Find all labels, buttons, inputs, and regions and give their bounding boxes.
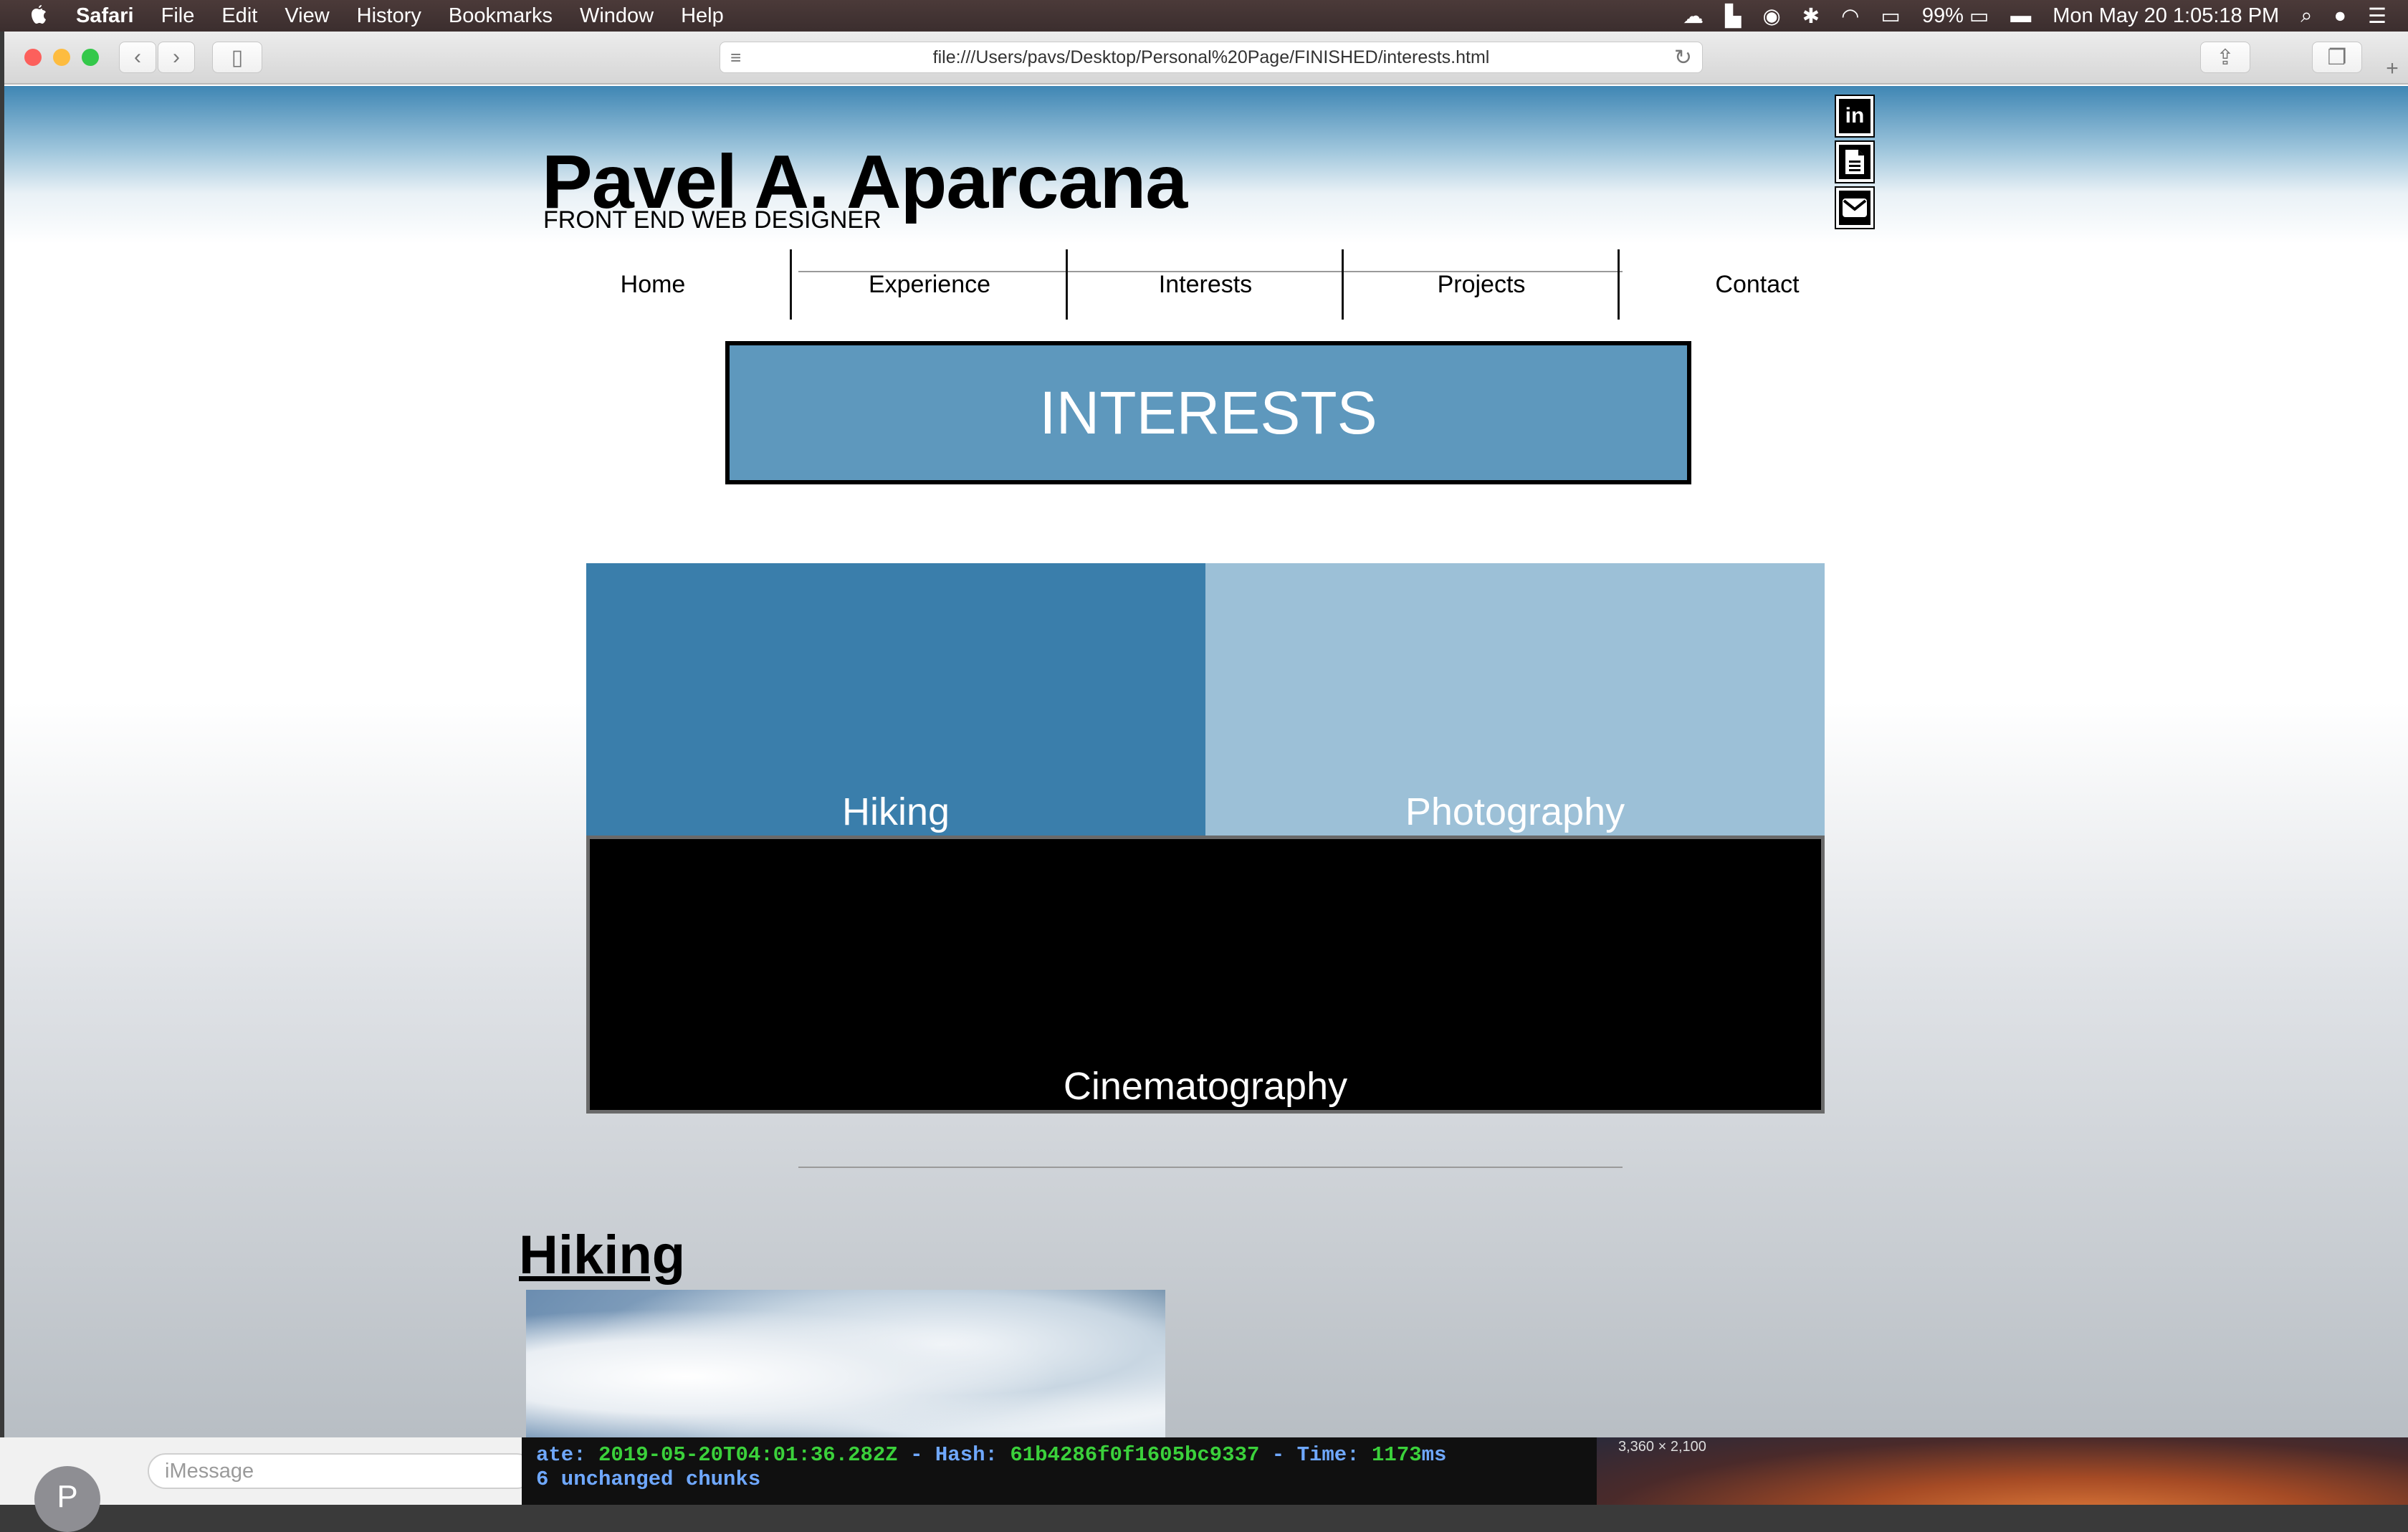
forward-button[interactable]: › <box>158 42 195 73</box>
chevron-right-icon: › <box>173 45 180 69</box>
url-text: file:///Users/pavs/Desktop/Personal%20Pa… <box>932 47 1490 67</box>
terminal-line: ate: 2019-05-20T04:01:36.282Z - Hash: 61… <box>536 1443 1597 1468</box>
desktop-resolution-label: 3,360 × 2,100 <box>1618 1439 1706 1455</box>
bluetooth-icon[interactable]: ✱ <box>1802 4 1820 29</box>
menu-history[interactable]: History <box>357 4 421 28</box>
desktop-wallpaper: 3,360 × 2,100 <box>1597 1437 2408 1505</box>
reload-icon[interactable]: ↻ <box>1674 45 1692 70</box>
browser-toolbar: ‹ › ▯ ≡ file:///Users/pavs/Desktop/Perso… <box>4 32 2408 85</box>
creative-cloud-icon[interactable]: ☁ <box>1683 4 1704 29</box>
terminal-hash: 61b4286f0f1605bc9337 <box>1010 1443 1260 1467</box>
avatar-letter: P <box>57 1479 78 1514</box>
linkedin-link[interactable]: in <box>1835 95 1875 138</box>
apple-menu-icon[interactable] <box>29 5 49 27</box>
nav-separator <box>790 249 792 320</box>
hiking-photo <box>526 1290 1165 1437</box>
nav-separator <box>1342 249 1344 320</box>
menu-bookmarks[interactable]: Bookmarks <box>449 4 553 28</box>
terminal-line: 6 unchanged chunks <box>536 1468 761 1491</box>
terminal-window[interactable]: ate: 2019-05-20T04:01:36.282Z - Hash: 61… <box>522 1437 1597 1505</box>
app-status-icon[interactable]: ◉ <box>1762 4 1780 29</box>
cinematography-tile-label: Cinematography <box>1063 1065 1348 1108</box>
resume-link[interactable] <box>1835 140 1875 183</box>
banner-title: INTERESTS <box>1039 378 1377 446</box>
menu-edit[interactable]: Edit <box>221 4 257 28</box>
envelope-icon <box>1843 198 1867 217</box>
sidebar-icon: ▯ <box>231 45 244 70</box>
safari-window: ‹ › ▯ ≡ file:///Users/pavs/Desktop/Perso… <box>4 32 2408 1437</box>
hiking-tile-label: Hiking <box>841 790 950 833</box>
minimize-window-button[interactable] <box>53 49 70 66</box>
terminal-text: ate: <box>536 1443 599 1467</box>
nav-projects[interactable]: Projects <box>1344 249 1618 320</box>
terminal-text: - Hash: <box>897 1443 1010 1467</box>
document-icon <box>1845 150 1864 174</box>
menu-file[interactable]: File <box>161 4 195 28</box>
linkedin-icon: in <box>1845 104 1865 128</box>
airplay-icon[interactable]: ▭ <box>1881 4 1900 29</box>
cinematography-tile[interactable]: Cinematography <box>586 836 1825 1114</box>
menu-help[interactable]: Help <box>681 4 724 28</box>
tabs-icon: ❐ <box>2327 45 2347 70</box>
hiking-tile[interactable]: Hiking <box>586 563 1205 836</box>
nav-home[interactable]: Home <box>513 249 793 320</box>
interests-banner: INTERESTS <box>725 341 1691 484</box>
close-window-button[interactable] <box>24 49 42 66</box>
terminal-text: - Time: <box>1259 1443 1372 1467</box>
site-subtitle: FRONT END WEB DESIGNER <box>543 206 882 234</box>
avatar[interactable]: P <box>34 1466 100 1532</box>
imessage-placeholder: iMessage <box>165 1459 254 1483</box>
nav-separator <box>1066 249 1068 320</box>
share-icon: ⇪ <box>2216 45 2235 70</box>
clock[interactable]: Mon May 20 1:05:18 PM <box>2053 4 2279 28</box>
chevron-left-icon: ‹ <box>134 45 141 69</box>
menu-app-name[interactable]: Safari <box>76 4 134 28</box>
tabs-overview-button[interactable]: ❐ <box>2312 42 2362 73</box>
email-link[interactable] <box>1835 186 1875 229</box>
nav-separator <box>1618 249 1620 320</box>
photography-tile-label: Photography <box>1405 790 1625 833</box>
spotlight-search-icon[interactable]: ⌕ <box>2300 4 2312 28</box>
web-page: Pavel A. Aparcana FRONT END WEB DESIGNER… <box>4 86 2408 1437</box>
notification-center-icon[interactable]: ☰ <box>2368 4 2386 29</box>
share-button[interactable]: ⇪ <box>2200 42 2250 73</box>
section-divider <box>798 1167 1623 1168</box>
new-tab-button[interactable]: + <box>2376 53 2408 85</box>
nav-contact[interactable]: Contact <box>1620 249 1894 320</box>
hiking-section-heading: Hiking <box>519 1225 686 1286</box>
sidebar-toggle-button[interactable]: ▯ <box>212 42 262 73</box>
terminal-date: 2019-05-20T04:01:36.282Z <box>598 1443 898 1467</box>
battery-percent[interactable]: 99% <box>1922 4 1964 28</box>
photography-tile[interactable]: Photography <box>1205 563 1825 836</box>
back-button[interactable]: ‹ <box>119 42 156 73</box>
menu-bar: Safari File Edit View History Bookmarks … <box>0 0 2408 32</box>
split-view-icon[interactable]: ▙ <box>1725 4 1741 29</box>
nav-experience[interactable]: Experience <box>793 249 1066 320</box>
battery-icon[interactable]: ▭ <box>1969 4 1989 29</box>
address-bar[interactable]: ≡ file:///Users/pavs/Desktop/Personal%20… <box>720 42 1703 73</box>
terminal-time: 1173 <box>1372 1443 1422 1467</box>
nav-interests[interactable]: Interests <box>1069 249 1342 320</box>
zoom-window-button[interactable] <box>82 49 99 66</box>
flag-icon[interactable]: ▬ <box>2010 4 2031 28</box>
imessage-input[interactable]: iMessage <box>148 1453 535 1489</box>
plus-icon: + <box>2386 57 2399 80</box>
reader-view-icon[interactable]: ≡ <box>730 47 741 69</box>
siri-icon[interactable]: ● <box>2333 4 2346 28</box>
menu-view[interactable]: View <box>285 4 329 28</box>
wifi-icon[interactable]: ◠ <box>1841 4 1859 29</box>
menu-window[interactable]: Window <box>580 4 654 28</box>
terminal-text: ms <box>1421 1443 1447 1467</box>
